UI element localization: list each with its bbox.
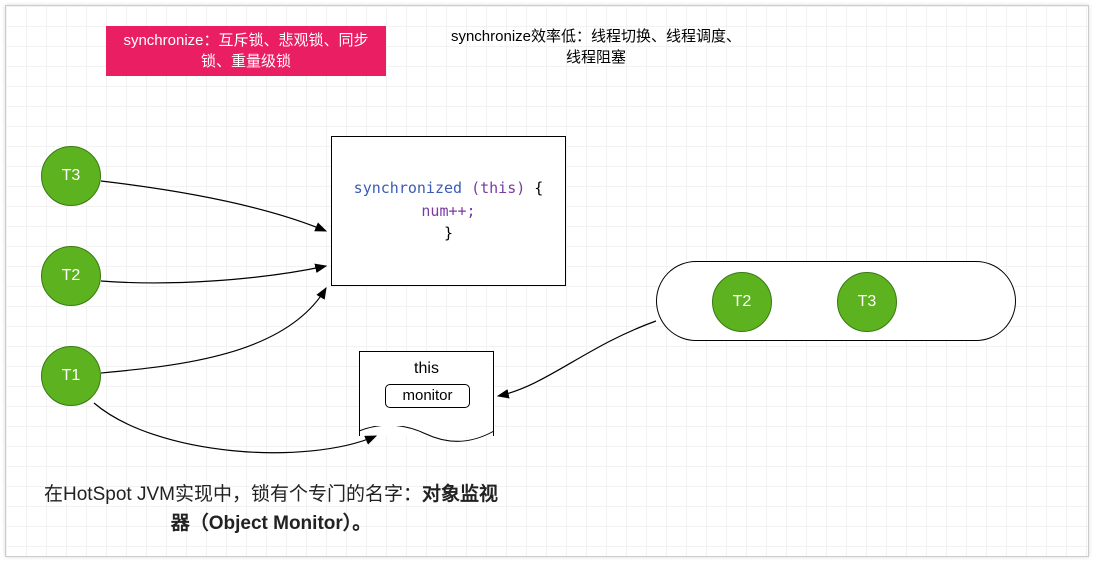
- code-body: num++;: [421, 202, 475, 220]
- code-keyword: synchronized: [354, 179, 462, 197]
- thread-label: T2: [733, 293, 752, 311]
- monitor-this-label: this: [360, 360, 493, 378]
- arrow-t2-to-code: [101, 266, 326, 283]
- header-right-text: synchronize效率低：线程切换、线程调度、线程阻塞: [446, 26, 746, 68]
- code-close-brace: }: [444, 224, 453, 242]
- thread-circle-t1: T1: [41, 346, 101, 406]
- thread-label: T2: [62, 267, 81, 285]
- arrow-queue-to-monitor: [498, 321, 656, 396]
- diagram-frame: synchronize：互斥锁、悲观锁、同步锁、重量级锁 synchronize…: [5, 5, 1089, 557]
- queue-thread-t2: T2: [712, 272, 772, 332]
- code-this: (this): [471, 179, 525, 197]
- arrow-t1-to-code: [101, 288, 326, 373]
- monitor-badge: monitor: [385, 384, 470, 408]
- thread-label: T3: [62, 167, 81, 185]
- pink-header-box: synchronize：互斥锁、悲观锁、同步锁、重量级锁: [106, 26, 386, 76]
- footer-text: 在HotSpot JVM实现中，锁有个专门的名字：对象监视器（Object Mo…: [41, 481, 501, 538]
- queue-thread-t3: T3: [837, 272, 897, 332]
- code-open-brace: {: [525, 179, 543, 197]
- monitor-box: this monitor: [359, 351, 494, 436]
- thread-label: T3: [858, 293, 877, 311]
- arrow-t1-to-monitor: [94, 403, 376, 453]
- pink-header-text: synchronize：互斥锁、悲观锁、同步锁、重量级锁: [123, 32, 368, 70]
- arrow-t3-to-code: [101, 181, 326, 231]
- synchronized-code-block: synchronized (this) { num++; }: [331, 136, 566, 286]
- thread-label: T1: [62, 367, 81, 385]
- thread-circle-t3: T3: [41, 146, 101, 206]
- wait-queue-box: T2 T3: [656, 261, 1016, 341]
- footer-prefix: 在HotSpot JVM实现中，锁有个专门的名字：: [44, 484, 422, 505]
- thread-circle-t2: T2: [41, 246, 101, 306]
